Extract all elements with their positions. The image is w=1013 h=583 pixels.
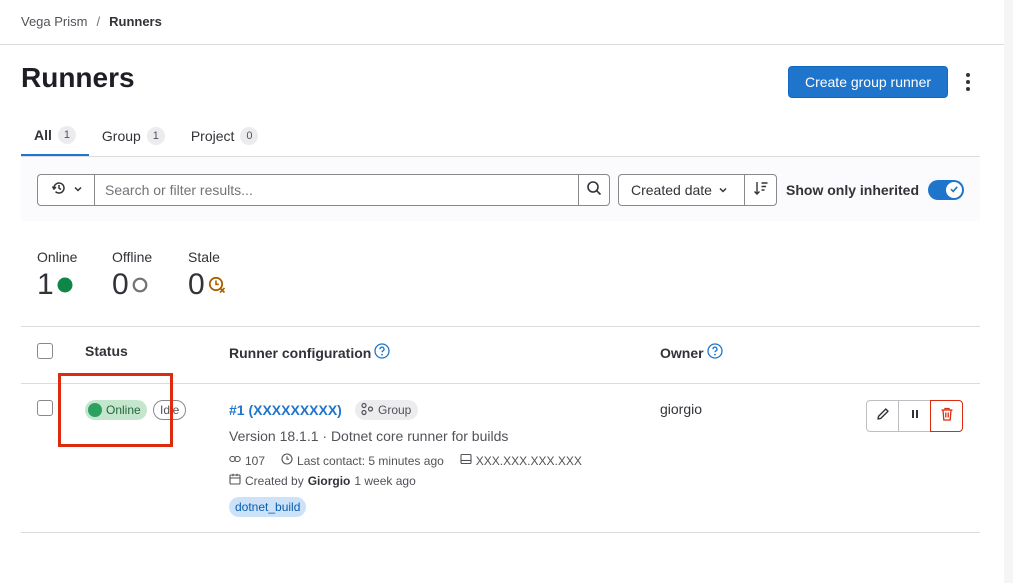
column-header-status: Status — [85, 343, 128, 359]
breadcrumb: Vega Prism / Runners — [21, 14, 162, 29]
stat-value: 0 — [112, 268, 129, 301]
runner-meta-row: 107 Last contact: 5 minutes ago XXX.XXX.… — [229, 453, 582, 468]
search-icon — [586, 180, 602, 201]
offline-circle-icon — [132, 277, 148, 293]
runner-type-badge: Group — [355, 400, 419, 420]
help-icon[interactable] — [706, 343, 723, 362]
column-header-owner: Owner — [660, 343, 723, 362]
runner-description: Version 18.1.1 · Dotnet core runner for … — [229, 428, 509, 444]
history-icon — [51, 180, 67, 201]
sort-dropdown[interactable]: Created date — [618, 174, 745, 206]
recent-searches-button[interactable] — [37, 174, 95, 206]
chevron-down-icon — [718, 182, 728, 198]
page-title: Runners — [21, 62, 135, 93]
annotation-highlight-box — [58, 373, 173, 447]
column-header-runner-configuration: Runner configuration — [229, 343, 390, 362]
online-dot-icon — [57, 277, 73, 293]
chevron-down-icon — [73, 181, 83, 199]
runner-created-row: Created by Giorgio 1 week ago — [229, 473, 416, 488]
created-by-user[interactable]: Giorgio — [308, 474, 351, 488]
stat-offline: Offline 0 — [112, 249, 152, 303]
header-divider — [0, 44, 1004, 45]
runner-type-label: Group — [378, 403, 412, 417]
calendar-icon — [229, 473, 241, 488]
breadcrumb-separator: / — [96, 14, 101, 29]
sort-descending-icon — [753, 180, 769, 201]
row-select-checkbox[interactable] — [37, 400, 53, 416]
stat-label: Stale — [188, 249, 220, 265]
toggle-knob — [946, 182, 962, 198]
sort-label: Created date — [631, 182, 712, 198]
tab-label: Group — [101, 128, 141, 144]
tab-label: Project — [190, 128, 235, 144]
tab-count-badge: 1 — [57, 126, 76, 144]
stat-stale: Stale 0 — [188, 249, 226, 303]
last-contact: Last contact: 5 minutes ago — [297, 453, 444, 468]
runner-name-link[interactable]: #1 (XXXXXXXXX) — [229, 402, 342, 418]
pipeline-link-icon — [229, 453, 241, 468]
select-all-checkbox[interactable] — [37, 343, 53, 359]
edit-runner-button[interactable] — [866, 400, 899, 432]
pencil-icon — [875, 406, 891, 427]
created-by-prefix: Created by — [245, 473, 304, 488]
tab-count-badge: 0 — [240, 127, 259, 145]
pause-icon — [909, 407, 921, 425]
show-only-inherited-label: Show only inherited — [786, 182, 920, 198]
scrollbar-track[interactable] — [1004, 0, 1013, 583]
tab-label: All — [34, 127, 52, 143]
stat-value: 0 — [188, 268, 205, 301]
trash-icon — [939, 406, 955, 427]
create-group-runner-button[interactable]: Create group runner — [788, 66, 948, 98]
search-button[interactable] — [578, 174, 610, 206]
check-icon — [949, 181, 959, 199]
pause-runner-button[interactable] — [898, 400, 931, 432]
delete-runner-button[interactable] — [930, 400, 963, 432]
filter-bar: Created date Show only inherited — [21, 157, 980, 221]
breadcrumb-parent-link[interactable]: Vega Prism — [21, 14, 87, 29]
group-icon — [360, 402, 374, 419]
runner-tag: dotnet_build — [229, 497, 307, 517]
stat-label: Online — [37, 249, 78, 265]
help-icon[interactable] — [374, 343, 390, 362]
clock-icon — [281, 453, 293, 468]
tab-group[interactable]: Group 1 — [89, 116, 178, 156]
table-bottom-border — [21, 532, 980, 533]
stat-label: Offline — [112, 249, 153, 265]
created-when: 1 week ago — [354, 473, 416, 488]
stale-clock-icon — [208, 276, 226, 294]
column-header-label: Owner — [660, 344, 704, 361]
ip-address: XXX.XXX.XXX.XXX — [475, 453, 582, 468]
column-header-label: Runner configuration — [229, 344, 372, 361]
runner-tabs: All 1 Group 1 Project 0 — [21, 116, 271, 156]
sort-direction-button[interactable] — [744, 174, 777, 206]
runner-owner[interactable]: giorgio — [660, 401, 702, 417]
job-count[interactable]: 107 — [245, 454, 265, 468]
stat-online: Online 1 — [37, 249, 77, 303]
table-top-border — [21, 326, 980, 327]
show-only-inherited-toggle[interactable] — [928, 180, 964, 200]
column-header-label: Status — [85, 343, 128, 359]
tab-project[interactable]: Project 0 — [178, 116, 272, 156]
tab-all[interactable]: All 1 — [21, 116, 89, 156]
breadcrumb-current[interactable]: Runners — [109, 14, 162, 29]
search-input[interactable] — [94, 174, 579, 206]
tab-count-badge: 1 — [146, 127, 165, 145]
stat-value: 1 — [37, 268, 54, 301]
more-actions-icon[interactable] — [958, 70, 978, 94]
ip-address-icon — [460, 453, 472, 468]
